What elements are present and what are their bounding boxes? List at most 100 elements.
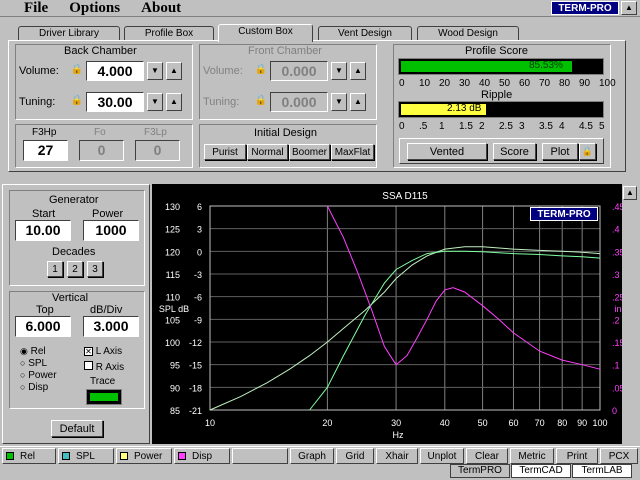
grid-button[interactable]: Grid [336, 448, 374, 464]
y-rel-tick-label: 0 [197, 247, 202, 257]
x-tick-label: 10 [205, 418, 215, 428]
chevron-up-icon[interactable]: ▲ [166, 93, 182, 111]
decade-1-button[interactable]: 1 [47, 261, 63, 277]
back-volume-input[interactable]: 4.000 [86, 61, 144, 81]
legend-spl[interactable]: SPL [58, 448, 114, 464]
scale-tick-label: 30 [459, 78, 471, 89]
ripple-title: Ripple [481, 89, 513, 101]
vented-button[interactable]: Vented [407, 143, 487, 160]
chevron-up-icon[interactable]: ▲ [350, 62, 366, 80]
pcx-button[interactable]: PCX [600, 448, 638, 464]
app-tab-termlab[interactable]: TermLAB [572, 464, 632, 478]
y-rel-tick-label: -15 [189, 361, 202, 371]
legend-rel[interactable]: Rel [2, 448, 56, 464]
app-tab-termpro[interactable]: TermPRO [450, 464, 510, 478]
x-tick-label: 50 [478, 418, 488, 428]
lock-icon[interactable]: 🔒 [254, 62, 268, 78]
dbdiv-input[interactable]: 3.000 [83, 316, 139, 337]
x-tick-label: 80 [557, 418, 567, 428]
menu-about[interactable]: About [141, 0, 181, 16]
default-button[interactable]: Default [51, 420, 103, 437]
print-button[interactable]: Print [556, 448, 598, 464]
scale-tick-label: 40 [479, 78, 491, 89]
legend-disp-label: Disp [192, 450, 213, 462]
score-button[interactable]: Score [493, 143, 536, 160]
unplot-button[interactable]: Unplot [420, 448, 464, 464]
power-input[interactable]: 1000 [83, 220, 139, 241]
front-chamber-title: Front Chamber [248, 45, 322, 57]
tab-custom-box[interactable]: Custom Box [218, 24, 313, 42]
maxflat-button[interactable]: MaxFlat [331, 144, 374, 160]
app-tab-termcad[interactable]: TermCAD [511, 464, 571, 478]
chevron-down-icon[interactable]: ▼ [331, 93, 347, 111]
plot-button[interactable]: Plot [542, 143, 578, 160]
radio-spl[interactable]: ○ SPL [20, 358, 47, 369]
y-spl-tick-label: 130 [165, 202, 180, 212]
lock-icon[interactable]: 🔒 [579, 143, 596, 160]
ripple-bar: 2.13 dB [398, 101, 604, 118]
y-spl-tick-label: 90 [170, 383, 180, 393]
start-input[interactable]: 10.00 [15, 220, 71, 241]
decade-3-button[interactable]: 3 [87, 261, 103, 277]
power-label: Power [92, 208, 124, 220]
boomer-button[interactable]: Boomer [289, 144, 330, 160]
scale-tick-label: 5 [599, 121, 605, 132]
trace-label: Trace [90, 376, 116, 387]
legend-power[interactable]: Power [116, 448, 172, 464]
series-line-1 [209, 246, 601, 411]
top-label: Top [36, 304, 54, 316]
y-right-tick-label: .05 [612, 383, 622, 393]
y-left-axis-label: SPL dB [159, 304, 189, 314]
scale-tick-label: 20 [439, 78, 451, 89]
legend-swatch [120, 452, 128, 460]
r-axis-checkbox[interactable]: R Axis [84, 361, 124, 373]
tab-profile-box[interactable]: Profile Box [124, 26, 214, 41]
lock-icon[interactable]: 🔒 [70, 93, 84, 109]
tab-driver-library[interactable]: Driver Library [18, 26, 120, 41]
legend-empty [232, 448, 288, 464]
xhair-button[interactable]: Xhair [376, 448, 418, 464]
y-rel-tick-label: 3 [197, 225, 202, 235]
tab-vent-design[interactable]: Vent Design [318, 26, 412, 41]
chevron-down-icon[interactable]: ▼ [147, 93, 163, 111]
front-volume-input[interactable]: 0.000 [270, 61, 328, 81]
x-tick-label: 20 [322, 418, 332, 428]
chevron-down-icon[interactable]: ▼ [147, 62, 163, 80]
frequency-response-chart[interactable]: SSA D1151020304050607080901001306.451253… [152, 184, 622, 444]
l-axis-checkbox[interactable]: ✕ L Axis [84, 346, 122, 357]
radio-disp[interactable]: ○ Disp [20, 382, 48, 393]
normal-button[interactable]: Normal [247, 144, 288, 160]
purist-button[interactable]: Purist [204, 144, 246, 160]
menu-options[interactable]: Options [69, 0, 120, 16]
chevron-up-icon[interactable]: ▲ [166, 62, 182, 80]
lock-icon[interactable]: 🔒 [254, 93, 268, 109]
metric-button[interactable]: Metric [510, 448, 554, 464]
maximize-icon[interactable]: ▲ [621, 1, 637, 15]
tab-wood-design[interactable]: Wood Design [417, 26, 519, 41]
chevron-up-icon[interactable]: ▲ [350, 93, 366, 111]
f3lp-label: F3Lp [144, 127, 167, 138]
decade-2-button[interactable]: 2 [67, 261, 83, 277]
back-tuning-input[interactable]: 30.00 [86, 92, 144, 112]
legend-disp[interactable]: Disp [174, 448, 230, 464]
clear-button[interactable]: Clear [466, 448, 508, 464]
scale-tick-label: 3 [519, 121, 525, 132]
front-tuning-input[interactable]: 0.000 [270, 92, 328, 112]
scroll-up-icon[interactable]: ▲ [623, 186, 637, 200]
top-input[interactable]: 6.000 [15, 316, 71, 337]
vertical-title: Vertical [52, 292, 89, 304]
radio-rel[interactable]: ◉ Rel [20, 346, 46, 357]
radio-power[interactable]: ○ Power [20, 370, 57, 381]
radio-spl-label: SPL [28, 358, 48, 369]
graph-button[interactable]: Graph [290, 448, 334, 464]
legend-swatch [178, 452, 186, 460]
scale-tick-label: 90 [579, 78, 591, 89]
y-right-tick-label: .4 [612, 225, 620, 235]
chevron-down-icon[interactable]: ▼ [331, 62, 347, 80]
menu-file[interactable]: File [24, 0, 48, 16]
trace-color-swatch[interactable] [86, 389, 122, 405]
lock-icon[interactable]: 🔒 [70, 62, 84, 78]
y-rel-tick-label: 6 [197, 202, 202, 212]
scale-tick-label: 4 [559, 121, 565, 132]
legend-rel-label: Rel [20, 450, 36, 462]
